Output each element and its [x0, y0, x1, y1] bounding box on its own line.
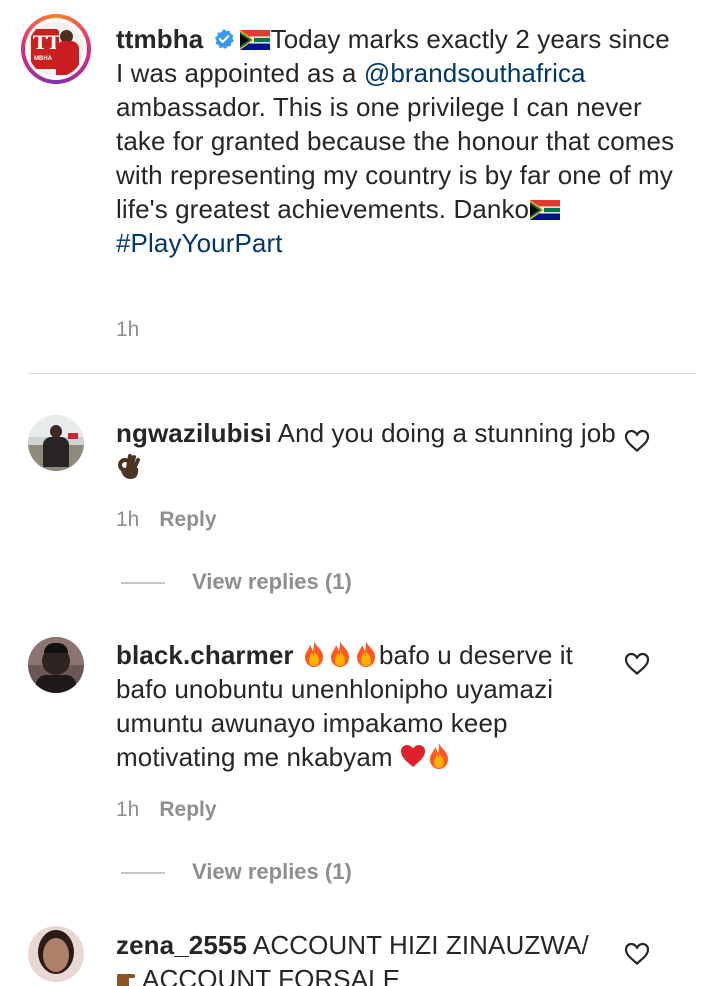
commenter-avatar[interactable] [28, 415, 84, 471]
commenter-avatar[interactable] [28, 926, 84, 982]
view-replies-line [121, 872, 165, 874]
hashtag-link[interactable]: #PlayYourPart [116, 228, 283, 258]
fire-emoji [327, 640, 353, 668]
comment-text: zena_2555 ACCOUNT HIZI ZINAUZWA/ ACCOUNT… [116, 928, 616, 986]
verified-badge-icon [214, 29, 234, 49]
comment-text: black.charmer bafo u deserve it bafo uno… [116, 640, 573, 772]
view-replies-line [121, 582, 165, 584]
ok-hand-emoji [118, 454, 140, 479]
caption-time: 1h [116, 318, 140, 341]
commenter-username[interactable]: ngwazilubisi [116, 418, 272, 448]
comment-text: ngwazilubisi And you doing a stunning jo… [116, 416, 616, 484]
comment-meta: 1h Reply [116, 798, 217, 822]
comment-time: 1h [116, 508, 140, 531]
pointing-right-emoji [117, 974, 136, 986]
commenter-username[interactable]: black.charmer [116, 640, 294, 670]
reply-button[interactable]: Reply [159, 508, 216, 531]
author-username[interactable]: ttmbha [116, 24, 203, 54]
south-africa-flag-icon [240, 30, 270, 50]
author-logo: TT MBHA [28, 21, 84, 77]
red-heart-emoji [400, 742, 426, 770]
commenter-avatar[interactable] [28, 637, 84, 693]
comment-meta: 1h Reply [116, 508, 217, 532]
reply-button[interactable]: Reply [159, 798, 216, 821]
heart-outline-icon[interactable] [624, 942, 650, 966]
heart-outline-icon[interactable] [624, 429, 650, 453]
fire-emoji [301, 640, 327, 668]
commenter-username[interactable]: zena_2555 [116, 930, 247, 960]
view-replies-button[interactable]: View replies (1) [192, 859, 352, 885]
caption-text: ttmbha Today marks exactly 2 years since… [116, 24, 675, 258]
fire-emoji [426, 742, 452, 770]
author-avatar[interactable]: TT MBHA [21, 14, 91, 84]
view-replies-button[interactable]: View replies (1) [192, 569, 352, 595]
south-africa-flag-icon [530, 200, 560, 220]
fire-emoji [353, 640, 379, 668]
mention-link[interactable]: @brandsouthafrica [364, 58, 586, 88]
comment-time: 1h [116, 798, 140, 821]
heart-outline-icon[interactable] [624, 652, 650, 676]
divider [28, 373, 696, 374]
